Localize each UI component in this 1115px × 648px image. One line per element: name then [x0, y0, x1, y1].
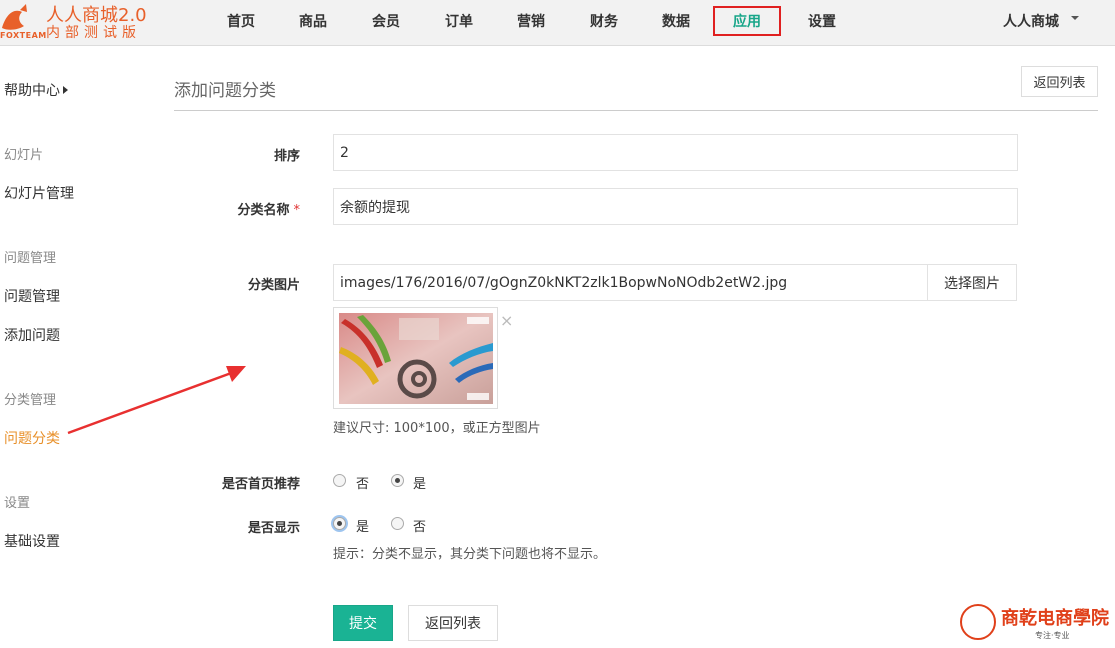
order-label: 排序: [273, 149, 300, 164]
image-preview: [333, 307, 498, 409]
category-name-input[interactable]: [333, 188, 1018, 225]
recommend-label: 是否首页推荐: [221, 477, 300, 492]
image-size-hint: 建议尺寸: 100*100，或正方型图片: [333, 421, 541, 436]
fox-logo-icon: [2, 4, 27, 30]
nav-item-members[interactable]: 会员: [372, 11, 400, 31]
display-label: 是否显示: [247, 521, 300, 536]
sidebar-help-label: 帮助中心: [4, 83, 60, 99]
recommend-yes-label[interactable]: 是: [413, 473, 426, 492]
category-image-path-input[interactable]: [333, 264, 928, 301]
sidebar-item-question-category[interactable]: 问题分类: [4, 428, 60, 448]
category-image-label: 分类图片: [247, 278, 300, 293]
watermark-title: 商乾电商學院: [1001, 608, 1109, 629]
recommend-yes-radio[interactable]: [391, 474, 404, 487]
required-mark: *: [293, 203, 301, 218]
brand-sub: FOXTEAM: [0, 31, 47, 40]
top-nav-bar: FOXTEAM 人人商城2.0 内部测试版 首页 商品 会员 订单 营销 财务 …: [0, 0, 1115, 46]
nav-item-marketing[interactable]: 营销: [517, 11, 545, 31]
nav-item-settings[interactable]: 设置: [808, 11, 836, 31]
sidebar-group-questions: 问题管理: [4, 251, 57, 266]
nav-item-finance[interactable]: 财务: [590, 11, 618, 31]
display-yes-label[interactable]: 是: [356, 516, 369, 535]
nav-item-orders[interactable]: 订单: [445, 11, 473, 31]
watermark-slogan: 专注·专业: [1035, 631, 1070, 640]
recommend-no-radio[interactable]: [333, 474, 346, 487]
submit-button[interactable]: 提交: [333, 605, 393, 641]
sidebar-item-add-question[interactable]: 添加问题: [4, 325, 60, 345]
category-name-label-text: 分类名称: [237, 203, 290, 218]
nav-item-data[interactable]: 数据: [662, 11, 690, 31]
nav-item-goods[interactable]: 商品: [299, 11, 327, 31]
page-title: 添加问题分类: [174, 81, 276, 101]
sidebar-group-categories: 分类管理: [4, 393, 57, 408]
title-divider: [174, 110, 1098, 111]
brand-logo[interactable]: FOXTEAM 人人商城2.0 内部测试版: [0, 0, 160, 46]
user-menu-label: 人人商城: [1003, 14, 1059, 30]
remove-image-icon[interactable]: ×: [500, 311, 513, 330]
display-hint: 提示：分类不显示，其分类下问题也将不显示。: [333, 547, 607, 562]
display-yes-radio[interactable]: [333, 517, 346, 530]
category-name-label: 分类名称 *: [0, 199, 300, 218]
back-to-list-button-top[interactable]: 返回列表: [1021, 66, 1098, 97]
watermark-logo: 商乾电商學院 专注·专业: [957, 602, 1112, 644]
display-no-radio[interactable]: [391, 517, 404, 530]
caret-right-icon: [63, 86, 68, 94]
nav-item-apps[interactable]: 应用: [713, 6, 781, 36]
watermark-emblem-icon: [960, 604, 996, 640]
user-menu[interactable]: 人人商城: [1003, 11, 1079, 31]
back-to-list-button[interactable]: 返回列表: [408, 605, 498, 641]
sidebar-help-center[interactable]: 帮助中心: [4, 80, 68, 100]
category-thumbnail-image: [339, 313, 493, 404]
caret-down-icon: [1071, 16, 1079, 20]
sidebar-group-settings: 设置: [4, 496, 31, 511]
order-input[interactable]: [333, 134, 1018, 171]
display-no-label[interactable]: 否: [413, 516, 426, 535]
nav-item-home[interactable]: 首页: [227, 11, 255, 31]
select-image-button[interactable]: 选择图片: [927, 264, 1017, 301]
recommend-no-label[interactable]: 否: [356, 473, 369, 492]
brand-tagline: 内部测试版: [46, 25, 141, 41]
